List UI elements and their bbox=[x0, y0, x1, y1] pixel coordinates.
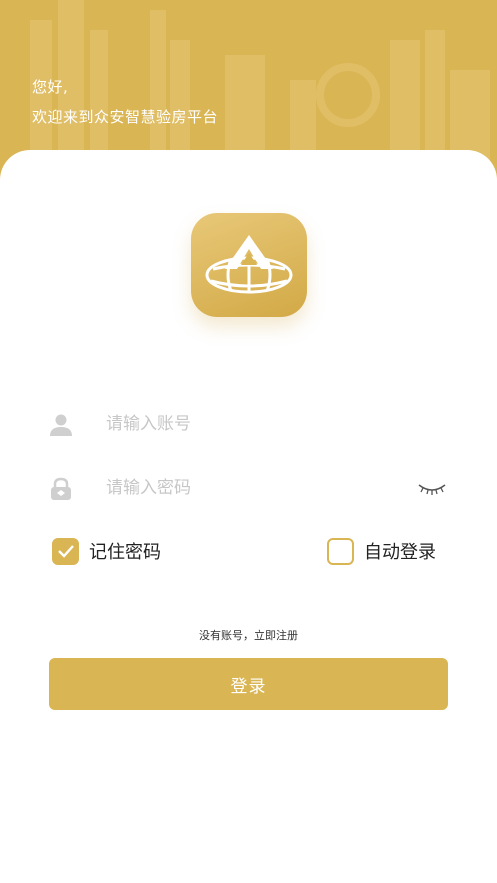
checkmark-icon bbox=[57, 545, 74, 558]
password-field bbox=[48, 468, 448, 508]
register-link[interactable]: 没有账号，立即注册 bbox=[0, 627, 497, 643]
remember-password-label: 记住密码 bbox=[89, 542, 161, 563]
greeting-hello: 您好, bbox=[32, 78, 69, 96]
lock-icon bbox=[51, 477, 71, 500]
remember-password-option[interactable]: 记住密码 bbox=[52, 536, 161, 566]
account-field bbox=[48, 404, 448, 444]
auto-login-option[interactable]: 自动登录 bbox=[327, 536, 436, 566]
password-input[interactable] bbox=[106, 472, 406, 504]
auto-login-checkbox[interactable] bbox=[327, 537, 354, 565]
login-button[interactable]: 登录 bbox=[49, 658, 448, 710]
greeting-welcome: 欢迎来到众安智慧验房平台 bbox=[32, 108, 219, 126]
greeting-text: 您好, 欢迎来到众安智慧验房平台 bbox=[32, 72, 218, 132]
app-logo bbox=[191, 213, 307, 317]
account-input[interactable] bbox=[106, 408, 406, 440]
eye-closed-icon[interactable] bbox=[416, 478, 448, 498]
auto-login-label: 自动登录 bbox=[364, 542, 436, 563]
user-icon bbox=[50, 414, 72, 436]
remember-password-checkbox[interactable] bbox=[52, 537, 79, 565]
logo-emblem-icon bbox=[205, 235, 293, 294]
